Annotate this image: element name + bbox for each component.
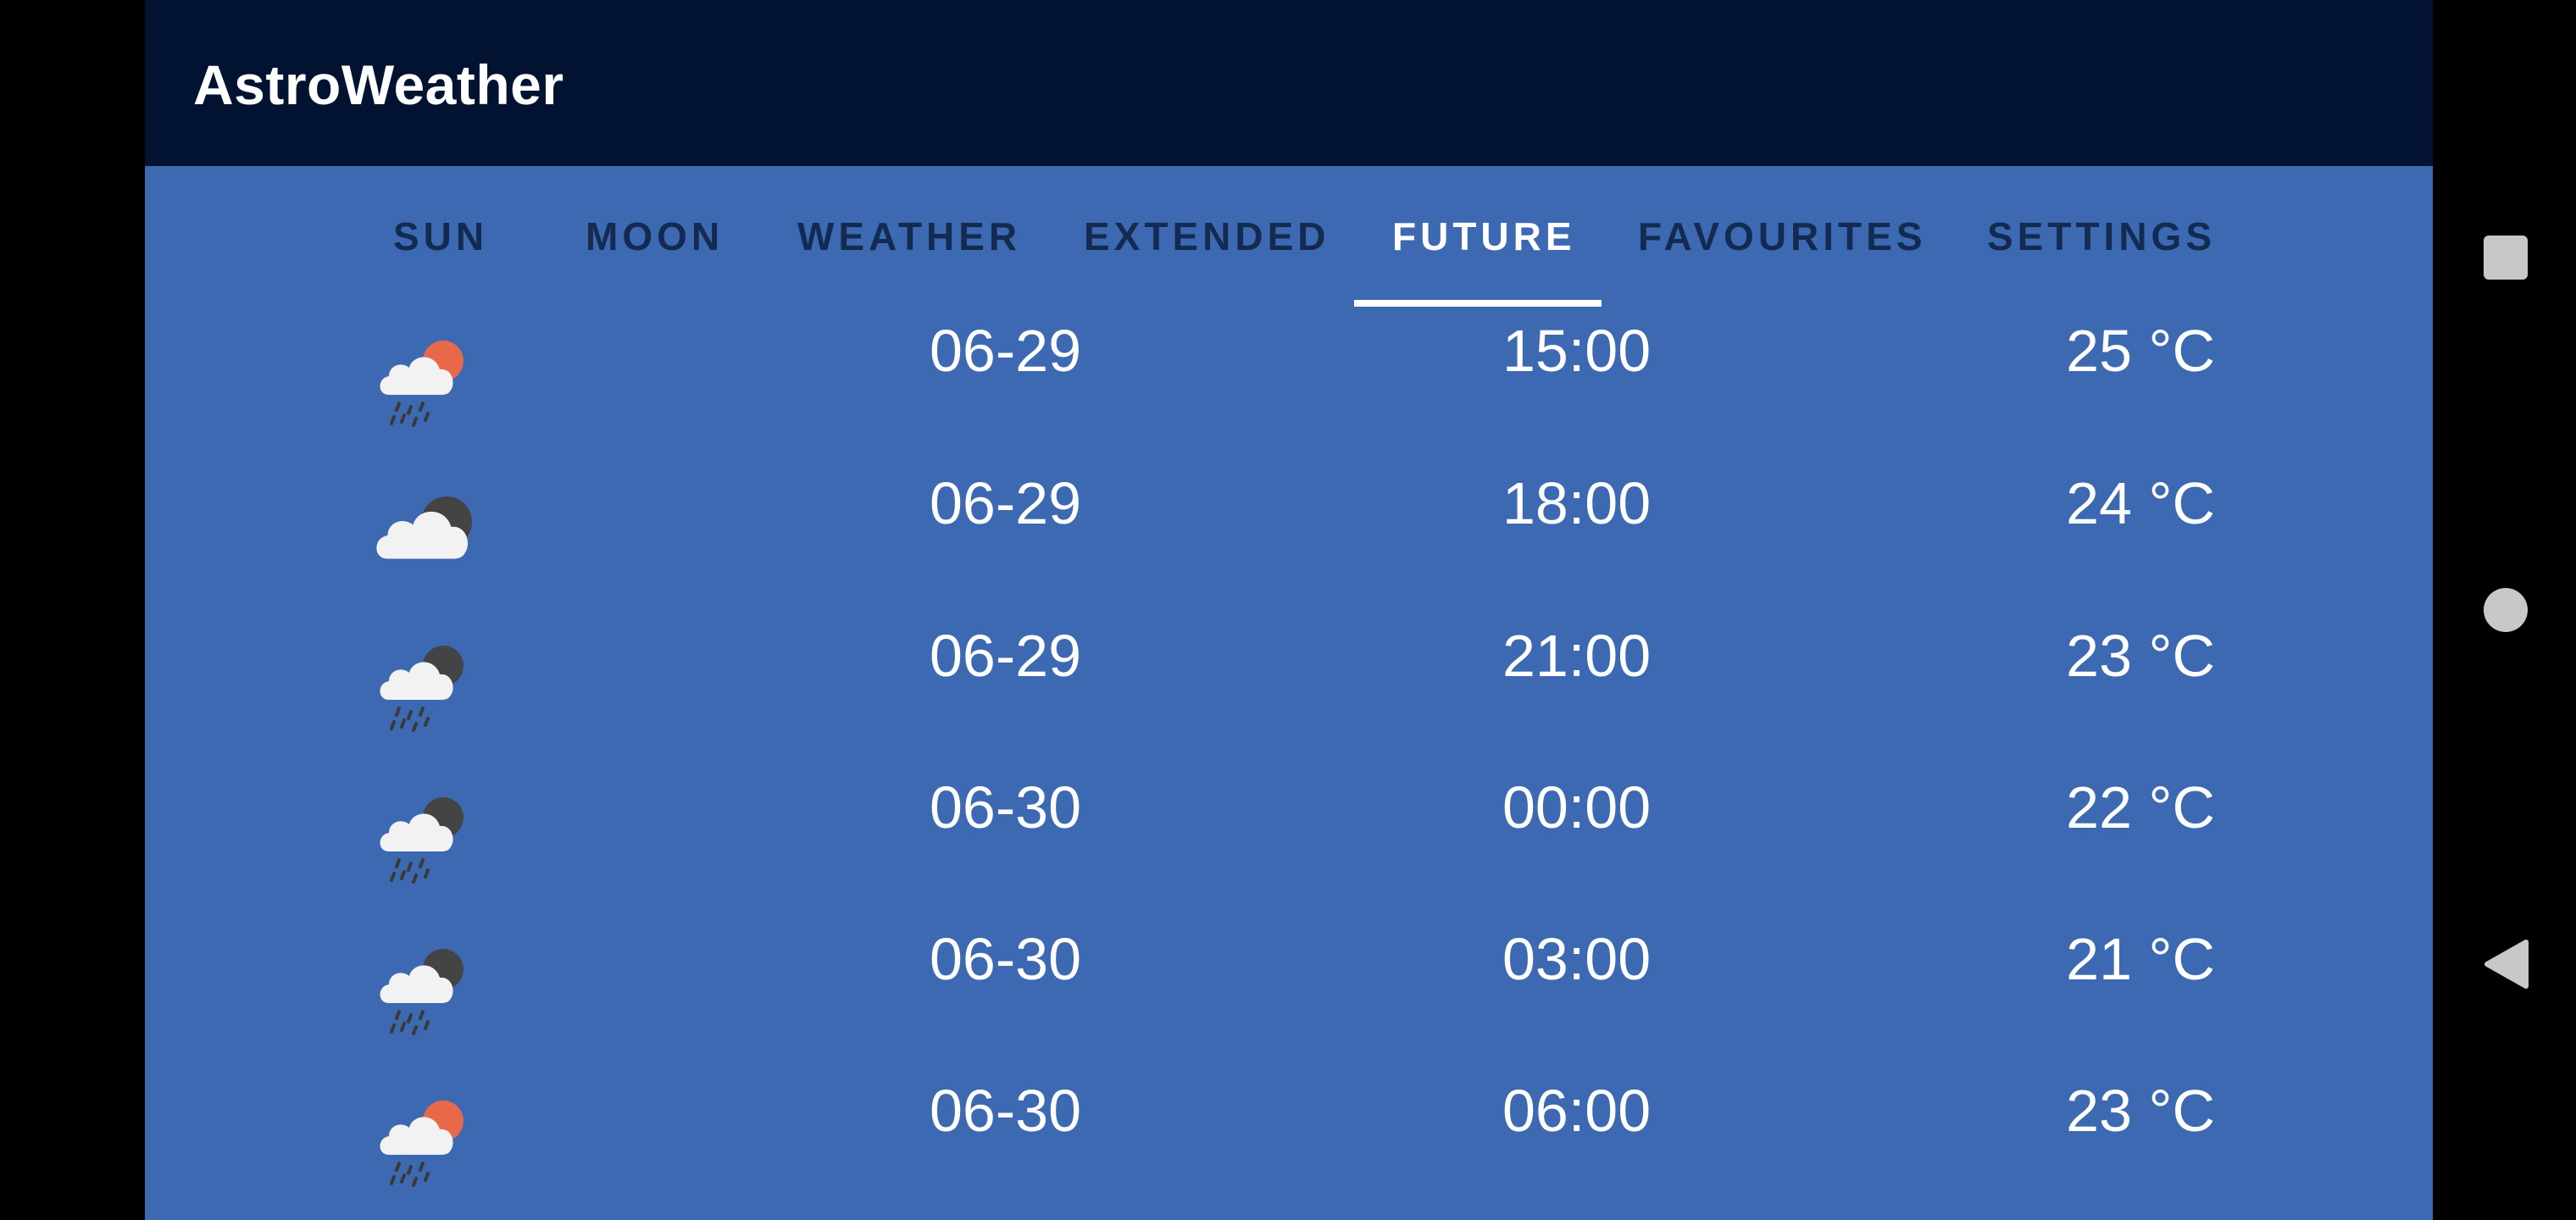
- forecast-temperature: 22 °C: [2066, 774, 2215, 840]
- rain-cloud-sun-icon: [374, 1095, 484, 1189]
- forecast-temperature: 23 °C: [2066, 623, 2215, 689]
- left-screen-border: [0, 0, 145, 1220]
- forecast-date: 06-30: [930, 1078, 1082, 1144]
- cloud-moon-icon: [374, 488, 484, 581]
- forecast-row: 06-30 00:00 22 °C: [145, 767, 2433, 919]
- tab-bar: SUN MOON WEATHER EXTENDED FUTURE FAVOURI…: [145, 166, 2433, 308]
- recents-square-icon[interactable]: [2484, 236, 2528, 280]
- forecast-date: 06-29: [930, 470, 1082, 536]
- rain-cloud-sun-icon: [374, 336, 484, 429]
- forecast-row: 06-30 03:00 21 °C: [145, 918, 2433, 1071]
- rain-cloud-moon-icon: [374, 944, 484, 1037]
- forecast-row: 06-29 15:00 25 °C: [145, 310, 2433, 463]
- tab-weather[interactable]: WEATHER: [797, 210, 1021, 263]
- rain-cloud-moon-icon: [374, 640, 484, 734]
- forecast-time: 03:00: [1502, 926, 1652, 992]
- home-circle-icon[interactable]: [2484, 588, 2528, 632]
- forecast-row: 06-29 21:00 23 °C: [145, 615, 2433, 768]
- forecast-time: 21:00: [1502, 623, 1652, 689]
- app-screen: AstroWeather SUN MOON WEATHER EXTENDED F…: [145, 0, 2433, 1220]
- forecast-time: 06:00: [1502, 1078, 1652, 1144]
- forecast-temperature: 24 °C: [2066, 470, 2215, 536]
- forecast-list[interactable]: 06-29 15:00 25 °C 06-29 18:00 24 °C 06-2…: [145, 310, 2433, 1220]
- forecast-time: 00:00: [1502, 774, 1652, 840]
- tab-extended[interactable]: EXTENDED: [1084, 210, 1330, 263]
- forecast-time: 18:00: [1502, 470, 1652, 536]
- forecast-date: 06-30: [930, 926, 1082, 992]
- forecast-date: 06-29: [930, 623, 1082, 689]
- forecast-temperature: 25 °C: [2066, 318, 2215, 384]
- system-navigation-bar: [2433, 0, 2576, 1220]
- app-bar: AstroWeather: [145, 0, 2433, 166]
- forecast-date: 06-29: [930, 318, 1082, 384]
- forecast-temperature: 21 °C: [2066, 926, 2215, 992]
- tab-favourites[interactable]: FAVOURITES: [1638, 210, 1927, 263]
- tab-sun[interactable]: SUN: [393, 210, 488, 263]
- forecast-time: 15:00: [1502, 318, 1652, 384]
- app-title: AstroWeather: [193, 53, 564, 116]
- tab-moon[interactable]: MOON: [586, 210, 724, 263]
- forecast-date: 06-30: [930, 774, 1082, 840]
- back-triangle-icon[interactable]: [2482, 939, 2529, 990]
- active-tab-indicator: [1354, 300, 1602, 307]
- forecast-temperature: 23 °C: [2066, 1078, 2215, 1144]
- tab-future[interactable]: FUTURE: [1392, 210, 1576, 263]
- tab-settings[interactable]: SETTINGS: [1987, 210, 2216, 263]
- forecast-row: 06-29 18:00 24 °C: [145, 463, 2433, 615]
- forecast-row: 06-30 06:00 23 °C: [145, 1070, 2433, 1220]
- rain-cloud-moon-icon: [374, 792, 484, 885]
